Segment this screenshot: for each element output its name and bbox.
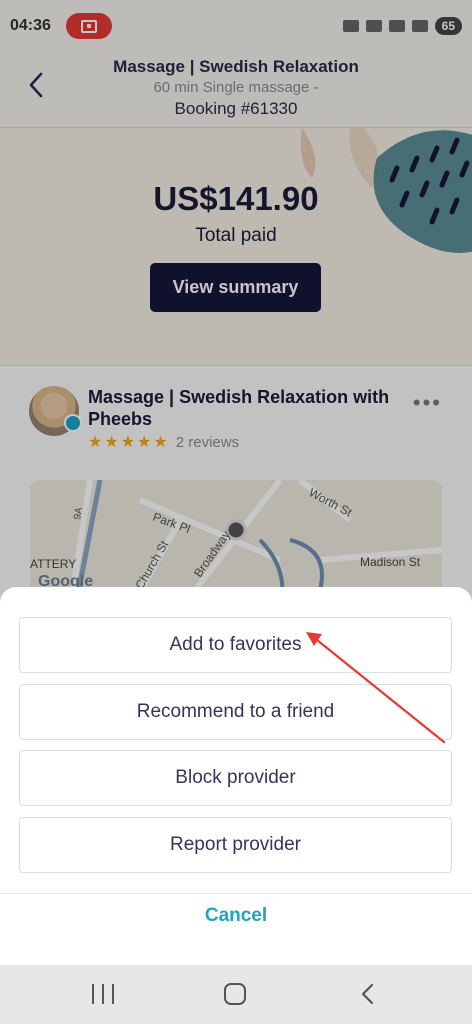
system-nav-bar [0, 965, 472, 1024]
add-to-favorites-button[interactable]: Add to favorites [19, 617, 452, 673]
block-provider-button[interactable]: Block provider [19, 750, 452, 806]
recents-icon[interactable] [92, 984, 114, 1004]
action-sheet: Add to favorites Recommend to a friend B… [0, 587, 472, 965]
cancel-button[interactable]: Cancel [0, 905, 472, 927]
divider [0, 893, 472, 894]
back-nav-icon[interactable] [356, 981, 380, 1007]
recommend-button[interactable]: Recommend to a friend [19, 684, 452, 740]
report-provider-button[interactable]: Report provider [19, 817, 452, 873]
home-icon[interactable] [224, 983, 246, 1005]
